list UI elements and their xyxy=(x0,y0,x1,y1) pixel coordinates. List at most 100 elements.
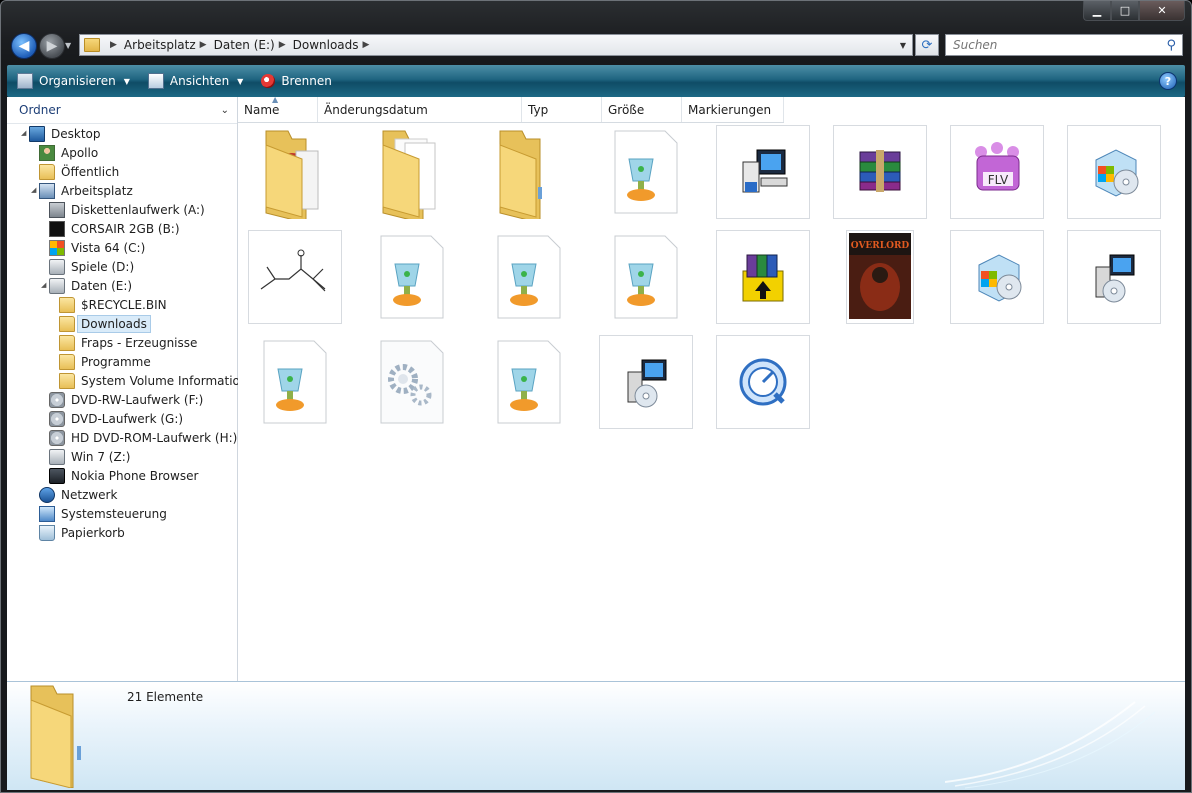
burn-button[interactable]: Brennen xyxy=(261,74,339,88)
tree-item-system-volume[interactable]: System Volume Information xyxy=(59,371,247,390)
file-item[interactable] xyxy=(716,125,810,219)
tree-item-spiele[interactable]: Spiele (D:) xyxy=(49,257,134,276)
file-item[interactable] xyxy=(950,230,1044,324)
tree-label: DVD-RW-Laufwerk (F:) xyxy=(71,392,204,407)
tree-item-systemsteuerung[interactable]: Systemsteuerung xyxy=(39,504,167,523)
tree-item-desktop[interactable]: Desktop xyxy=(29,124,101,143)
chevron-right-icon[interactable]: ▶ xyxy=(279,40,286,50)
back-button[interactable]: ◀ xyxy=(11,33,37,59)
organize-button[interactable]: Organisieren ▼ xyxy=(17,73,138,89)
recent-pages-dropdown[interactable]: ▼ xyxy=(65,41,71,50)
folders-header[interactable]: Ordner ⌄ xyxy=(7,97,237,124)
molecule-thumbnail-icon xyxy=(260,249,326,292)
tree-collapse-icon[interactable]: ◢ xyxy=(21,129,26,137)
tree-item-corsair[interactable]: CORSAIR 2GB (B:) xyxy=(49,219,180,238)
tree-label: Vista 64 (C:) xyxy=(71,240,146,255)
tree-item-arbeitsplatz[interactable]: Arbeitsplatz xyxy=(39,181,133,200)
folder-with-content-icon xyxy=(265,130,319,219)
maximize-button[interactable]: □ xyxy=(1111,1,1139,21)
tree-item-dvd[interactable]: DVD-Laufwerk (G:) xyxy=(49,409,183,428)
overlord-cover-thumbnail: OVERLORD xyxy=(849,233,911,319)
tree-item-diskette[interactable]: Diskettenlaufwerk (A:) xyxy=(49,200,205,219)
flv-file-icon: FLV xyxy=(975,142,1020,191)
column-label: Größe xyxy=(608,102,645,117)
details-pane: 21 Elemente xyxy=(7,681,1185,790)
tree-item-apollo[interactable]: Apollo xyxy=(39,143,98,162)
folder-icon xyxy=(59,372,75,389)
computer-icon xyxy=(39,182,55,199)
address-dropdown-icon[interactable]: ▼ xyxy=(900,41,906,50)
refresh-button[interactable]: ⟳ xyxy=(915,34,939,56)
phone-icon xyxy=(49,467,65,484)
tree-collapse-icon[interactable]: ◢ xyxy=(41,281,46,289)
file-item[interactable] xyxy=(482,230,576,324)
column-header-name[interactable]: ▲ Name xyxy=(238,95,318,122)
tree-label: Fraps - Erzeugnisse xyxy=(81,335,198,350)
chevron-down-icon[interactable]: ⌄ xyxy=(221,105,229,116)
tree-collapse-icon[interactable]: ◢ xyxy=(31,186,36,194)
tree-item-oeffentlich[interactable]: Öffentlich xyxy=(39,162,119,181)
tree-item-win7[interactable]: Win 7 (Z:) xyxy=(49,447,130,466)
help-button[interactable]: ? xyxy=(1159,72,1177,90)
breadcrumb-daten[interactable]: Daten (E:) xyxy=(214,38,275,52)
svg-text:FLV: FLV xyxy=(988,173,1009,187)
breadcrumb-arbeitsplatz[interactable]: Arbeitsplatz xyxy=(124,38,196,52)
file-item[interactable] xyxy=(365,125,459,219)
file-item[interactable] xyxy=(833,125,927,219)
file-item[interactable]: OVERLORD xyxy=(846,230,914,324)
tree-item-programme[interactable]: Programme xyxy=(59,352,151,371)
search-box[interactable]: ⚲ xyxy=(945,34,1183,56)
winrar-sfx-icon xyxy=(742,254,784,302)
forward-button[interactable]: ▶ xyxy=(39,33,65,59)
tree-item-netzwerk[interactable]: Netzwerk xyxy=(39,485,117,504)
tree-item-papierkorb[interactable]: Papierkorb xyxy=(39,523,125,542)
file-item[interactable] xyxy=(248,125,342,219)
file-item[interactable] xyxy=(248,230,342,324)
chevron-right-icon[interactable]: ▶ xyxy=(110,40,117,50)
folder-tree-pane: Ordner ⌄ ◢ Desktop Apollo Öffentlich ◢ A… xyxy=(7,97,247,681)
close-button[interactable]: ✕ xyxy=(1139,1,1185,21)
tree-label: Diskettenlaufwerk (A:) xyxy=(71,202,205,217)
column-header-tags[interactable]: Markierungen xyxy=(682,97,784,122)
tree-item-vista64[interactable]: Vista 64 (C:) xyxy=(49,238,145,257)
navigation-bar: ◀ ▶ ▼ ▶ Arbeitsplatz ▶ Daten (E:) ▶ Down… xyxy=(1,29,1191,63)
chevron-right-icon[interactable]: ▶ xyxy=(200,40,207,50)
file-item[interactable]: FLV xyxy=(950,125,1044,219)
file-item[interactable] xyxy=(716,335,810,429)
file-item[interactable] xyxy=(365,230,459,324)
file-item[interactable] xyxy=(599,125,693,219)
column-header-type[interactable]: Typ xyxy=(522,97,602,122)
column-label: Typ xyxy=(528,102,549,117)
file-item[interactable] xyxy=(248,335,342,429)
tree-item-dvdrw[interactable]: DVD-RW-Laufwerk (F:) xyxy=(49,390,203,409)
file-item[interactable] xyxy=(365,335,459,429)
hard-drive-icon xyxy=(49,258,65,275)
chevron-right-icon[interactable]: ▶ xyxy=(363,40,370,50)
sort-ascending-icon: ▲ xyxy=(272,95,279,104)
tree-item-recycle-bin-folder[interactable]: $RECYCLE.BIN xyxy=(59,295,167,314)
tree-item-downloads[interactable]: Downloads xyxy=(59,314,151,333)
column-header-date[interactable]: Änderungsdatum xyxy=(318,97,522,122)
search-icon[interactable]: ⚲ xyxy=(1166,38,1176,53)
tree-item-nokia[interactable]: Nokia Phone Browser xyxy=(49,466,198,485)
tree-item-daten[interactable]: Daten (E:) xyxy=(49,276,132,295)
chevron-down-icon: ▼ xyxy=(123,76,130,86)
tree-item-hddvd[interactable]: HD DVD-ROM-Laufwerk (H:) xyxy=(49,428,237,447)
file-item[interactable] xyxy=(482,125,576,219)
search-input[interactable] xyxy=(951,37,1161,53)
file-item[interactable] xyxy=(599,335,693,429)
views-button[interactable]: Ansichten ▼ xyxy=(147,73,251,89)
file-item[interactable] xyxy=(599,230,693,324)
column-header-size[interactable]: Größe xyxy=(602,97,682,122)
minimize-button[interactable]: ▁ xyxy=(1083,1,1111,21)
hard-drive-icon xyxy=(49,277,65,294)
file-list-pane: ▲ Name Änderungsdatum Typ Größe Markieru… xyxy=(238,95,1185,681)
file-item[interactable] xyxy=(482,335,576,429)
file-item[interactable] xyxy=(1067,230,1161,324)
tree-label: Desktop xyxy=(51,126,101,141)
address-bar[interactable]: ▶ Arbeitsplatz ▶ Daten (E:) ▶ Downloads … xyxy=(79,34,913,56)
breadcrumb-downloads[interactable]: Downloads xyxy=(293,38,359,52)
tree-item-fraps[interactable]: Fraps - Erzeugnisse xyxy=(59,333,197,352)
file-item[interactable] xyxy=(716,230,810,324)
file-item[interactable] xyxy=(1067,125,1161,219)
